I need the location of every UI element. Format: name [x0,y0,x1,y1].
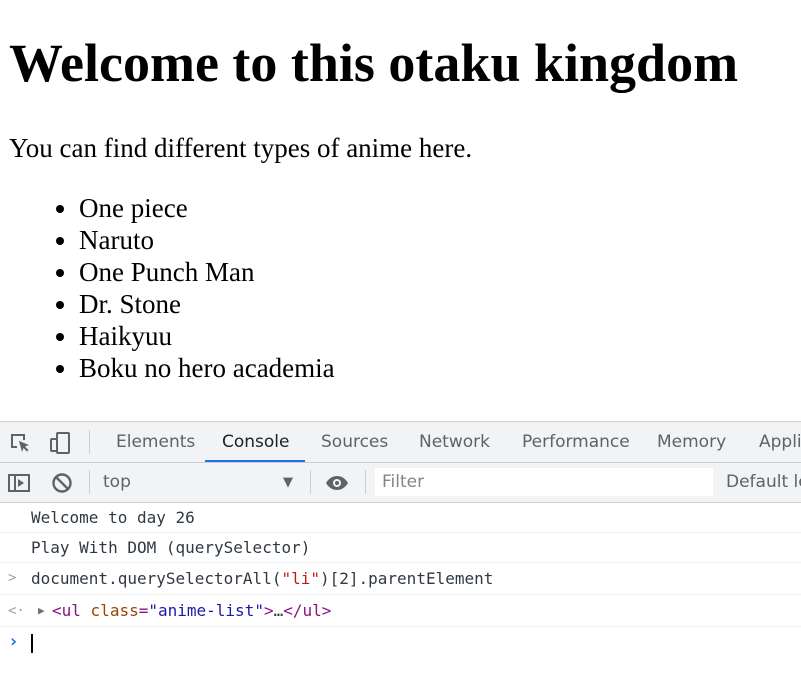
devtools-tab-bar: Elements Console Sources Network Perform… [0,422,801,463]
command-part: )[2].parentElement [319,569,494,588]
result-ellipsis: … [273,601,284,620]
list-item: Dr. Stone [79,288,335,320]
toolbar-divider [89,430,90,454]
command-part: document.querySelectorAll( [31,569,282,588]
intro-text: You can find different types of anime he… [9,133,473,163]
log-levels-dropdown[interactable]: Default le [726,463,801,502]
page-heading: Welcome to this otaku kingdom [9,33,739,93]
anime-list: One piece Naruto One Punch Man Dr. Stone… [0,192,335,384]
tab-elements[interactable]: Elements [116,422,195,462]
console-command-row: > document.querySelectorAll("li")[2].par… [0,563,801,595]
list-item: Naruto [79,224,335,256]
command-text: document.querySelectorAll("li")[2].paren… [31,563,493,595]
context-selector[interactable]: top [103,463,131,502]
tab-console[interactable]: Console [222,422,290,462]
result-close-bracket: > [263,601,274,620]
tab-application[interactable]: Appli [759,422,801,462]
console-prompt-row[interactable]: › [0,627,801,661]
expand-triangle-icon[interactable]: ▶ [38,595,45,627]
tab-performance[interactable]: Performance [522,422,630,462]
tab-memory[interactable]: Memory [657,422,726,462]
input-chevron-icon: > [8,570,17,586]
list-item: One piece [79,192,335,224]
context-caret[interactable]: ▼ [283,463,293,502]
toolbar-divider [89,470,90,494]
web-page: Welcome to this otaku kingdom You can fi… [0,0,801,421]
log-message: Play With DOM (querySelector) [31,538,311,557]
command-string: "li" [281,569,320,588]
toolbar-divider [310,470,311,494]
active-tab-indicator [205,460,305,462]
result-attr-name: class [90,601,139,620]
result-close-tag: </ul> [283,601,332,620]
result-equals: = [138,601,149,620]
toolbar-divider [365,470,366,494]
result-open-tag: <ul [52,601,81,620]
filter-input[interactable] [375,468,713,496]
result-attr-value: "anime-list" [148,601,264,620]
console-result-row[interactable]: <· ▶ <ul class="anime-list">…</ul> [0,595,801,627]
console-toolbar: top ▼ Default le [0,463,801,503]
inspect-element-icon[interactable] [8,431,32,455]
log-message: Welcome to day 26 [31,508,195,527]
tab-sources[interactable]: Sources [321,422,388,462]
sidebar-toggle-icon[interactable] [7,471,31,495]
result-element[interactable]: <ul class="anime-list">…</ul> [52,595,331,627]
tab-network[interactable]: Network [419,422,490,462]
result-marker-icon: <· [8,603,25,619]
prompt-chevron-icon: › [8,631,19,652]
list-item: One Punch Man [79,256,335,288]
clear-console-icon[interactable] [50,471,74,495]
console-log-row: Play With DOM (querySelector) [0,533,801,563]
console-log-row: Welcome to day 26 [0,503,801,533]
list-item: Boku no hero academia [79,352,335,384]
devtools-panel: Elements Console Sources Network Perform… [0,421,801,695]
text-cursor [31,634,33,653]
list-item: Haikyuu [79,320,335,352]
device-toolbar-icon[interactable] [48,431,72,455]
eye-icon[interactable] [325,471,349,495]
